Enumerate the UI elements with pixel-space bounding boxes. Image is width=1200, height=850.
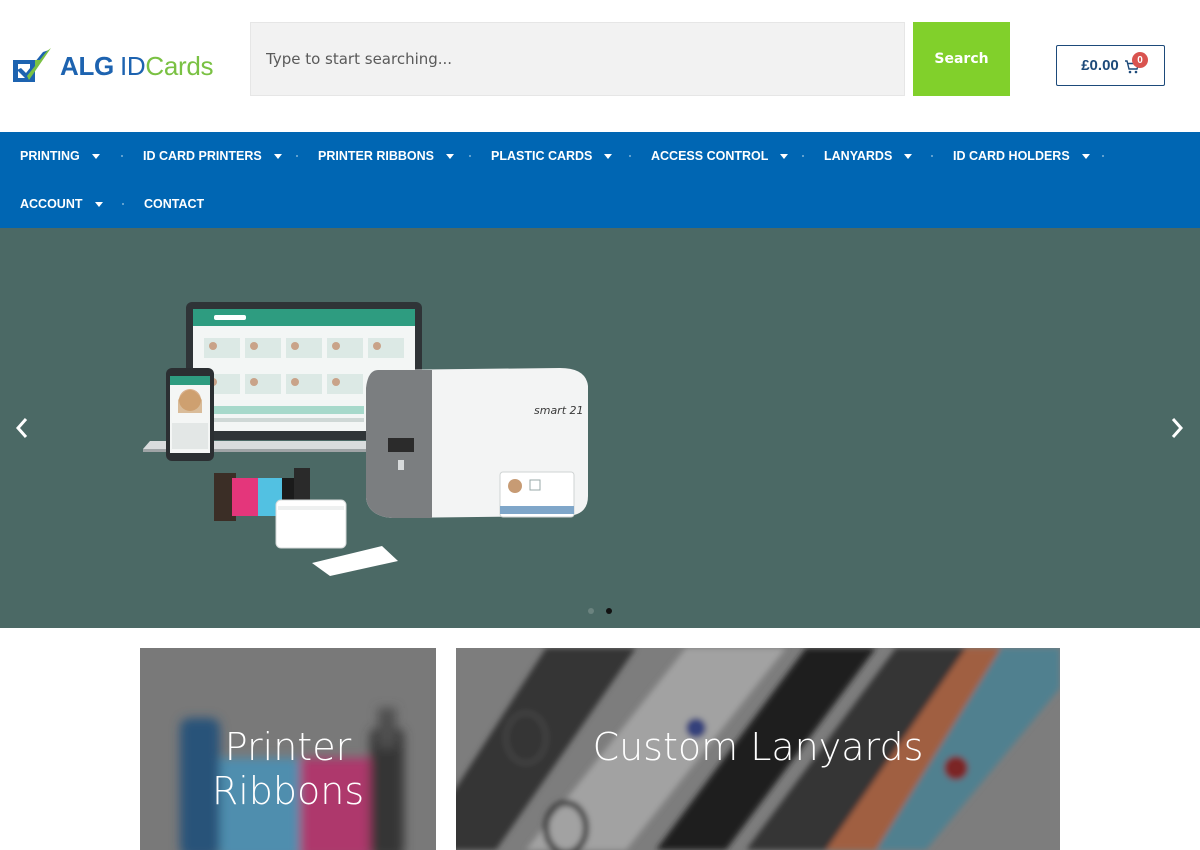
caret-down-icon xyxy=(445,153,454,159)
logo-check-icon xyxy=(13,48,51,82)
nav-separator xyxy=(121,155,123,157)
hero-product-image: smart 21 xyxy=(143,302,588,576)
slider-prev-button[interactable] xyxy=(10,414,34,442)
logo-text-alg: ALG xyxy=(60,50,114,81)
logo-wordmark: ALG IDCards xyxy=(60,50,214,82)
nav-separator xyxy=(122,203,124,205)
phone-illustration xyxy=(166,368,214,461)
nav-item-label: ACCOUNT xyxy=(20,197,83,211)
cart-count-badge: 0 xyxy=(1132,52,1148,68)
slider-next-button[interactable] xyxy=(1165,414,1189,442)
printer-brand-text: smart 21 xyxy=(534,404,584,417)
printer-illustration: smart 21 xyxy=(366,368,588,518)
caret-down-icon xyxy=(91,153,100,159)
nav-item-label: LANYARDS xyxy=(824,149,893,163)
tile-printer-ribbons[interactable]: Printer Ribbons xyxy=(140,648,436,850)
chevron-left-icon xyxy=(15,418,28,438)
nav-separator xyxy=(469,155,471,157)
nav-separator xyxy=(296,155,298,157)
chevron-right-icon xyxy=(1171,418,1184,438)
nav-separator xyxy=(1102,155,1104,157)
nav-item-label: ID CARD HOLDERS xyxy=(953,149,1070,163)
nav-separator xyxy=(629,155,631,157)
nav-separator xyxy=(931,155,933,157)
caret-down-icon xyxy=(780,153,789,159)
caret-down-icon xyxy=(273,153,282,159)
hero-slider: smart 21 xyxy=(0,228,1200,628)
caret-down-icon xyxy=(604,153,613,159)
nav-item-label: CONTACT xyxy=(144,197,205,211)
logo-text-id: ID xyxy=(119,50,146,81)
main-nav: PRINTING ID CARD PRINTERS PRINTER RIBBON… xyxy=(0,132,1200,228)
slider-dot-2-active[interactable] xyxy=(606,608,612,614)
nav-item-label: PRINTING xyxy=(20,149,80,163)
tile-title-line-2: Ribbons xyxy=(211,769,365,813)
nav-item-printer-ribbons[interactable]: PRINTER RIBBONS xyxy=(318,132,454,180)
nav-item-id-card-printers[interactable]: ID CARD PRINTERS xyxy=(143,132,282,180)
cart-total: £0.00 xyxy=(1081,57,1119,74)
caret-down-icon xyxy=(904,153,913,159)
nav-item-id-card-holders[interactable]: ID CARD HOLDERS xyxy=(953,132,1090,180)
nav-item-contact[interactable]: CONTACT xyxy=(144,180,204,228)
nav-item-account[interactable]: ACCOUNT xyxy=(20,180,103,228)
nav-separator xyxy=(802,155,804,157)
nav-item-label: ACCESS CONTROL xyxy=(651,149,769,163)
search-input[interactable] xyxy=(250,22,905,96)
caret-down-icon xyxy=(1081,153,1090,159)
nav-item-label: ID CARD PRINTERS xyxy=(143,149,262,163)
nav-item-access-control[interactable]: ACCESS CONTROL xyxy=(651,132,789,180)
site-logo[interactable]: ALG IDCards xyxy=(13,47,228,85)
slider-dot-1[interactable] xyxy=(588,608,594,614)
tile-title-line-1: Printer xyxy=(224,725,352,769)
tile-title: Custom Lanyards xyxy=(592,725,924,769)
nav-item-label: PRINTER RIBBONS xyxy=(318,149,434,163)
nav-item-lanyards[interactable]: LANYARDS xyxy=(824,132,913,180)
logo-text-cards: Cards xyxy=(145,50,214,81)
site-header: ALGIDCards Search £0.00 0 xyxy=(0,0,1200,132)
nav-item-plastic-cards[interactable]: PLASTIC CARDS xyxy=(491,132,613,180)
caret-down-icon xyxy=(94,201,103,207)
nav-item-label: PLASTIC CARDS xyxy=(491,149,593,163)
tile-custom-lanyards[interactable]: Custom Lanyards xyxy=(456,648,1060,850)
search-button[interactable]: Search xyxy=(913,22,1010,96)
nav-item-printing[interactable]: PRINTING xyxy=(20,132,100,180)
cart-button[interactable]: £0.00 0 xyxy=(1056,45,1165,86)
